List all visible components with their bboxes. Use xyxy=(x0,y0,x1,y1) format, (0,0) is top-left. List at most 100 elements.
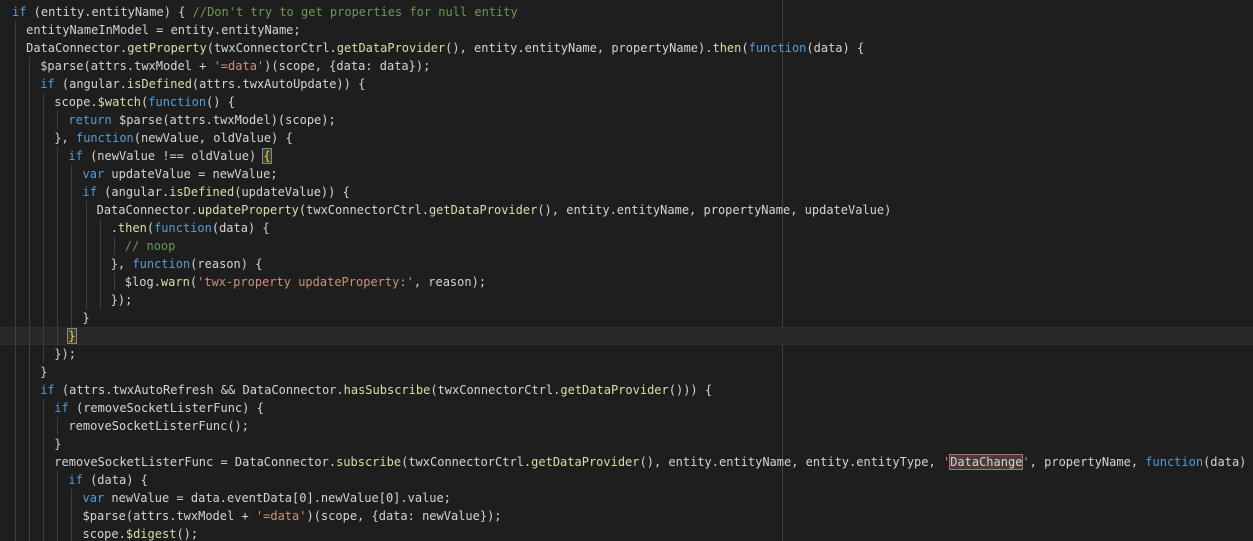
code-text: } xyxy=(83,309,90,327)
code-token: )(scope, {data: newValue}); xyxy=(306,509,502,523)
code-line[interactable]: return $parse(attrs.twxModel)(scope); xyxy=(0,111,1253,129)
code-line[interactable]: if (entity.entityName) { //Don't try to … xyxy=(0,3,1253,21)
indent-guide xyxy=(29,111,31,129)
indent-guide xyxy=(57,507,59,525)
indent-guide xyxy=(71,183,73,201)
code-line[interactable]: removeSocketListerFunc = DataConnector.s… xyxy=(0,453,1253,471)
code-token: (twxConnectorCtrl. xyxy=(206,41,337,55)
code-lines[interactable]: if (entity.entityName) { //Don't try to … xyxy=(0,3,1253,541)
code-line[interactable]: removeSocketListerFunc(); xyxy=(0,417,1253,435)
indent-guide xyxy=(57,417,59,435)
code-text: }); xyxy=(111,291,133,309)
code-token: (twxConnectorCtrl. xyxy=(430,383,561,397)
code-editor[interactable]: if (entity.entityName) { //Don't try to … xyxy=(0,0,1253,541)
code-token: (attrs.twxAutoRefresh && DataConnector. xyxy=(54,383,344,397)
code-token: function xyxy=(1145,455,1204,469)
indent-guide xyxy=(15,489,16,507)
code-token: (data) { xyxy=(211,221,270,235)
indent-guide xyxy=(15,75,16,93)
code-token: $parse(attrs.twxModel)(scope); xyxy=(111,113,336,127)
code-token: ( xyxy=(741,41,749,55)
code-token: function xyxy=(132,257,191,271)
indent-guide xyxy=(15,165,16,183)
code-line[interactable]: if (newValue !== oldValue) { xyxy=(0,147,1253,165)
indent-guide xyxy=(29,93,31,111)
indent-guide xyxy=(43,201,45,219)
code-line[interactable]: if (angular.isDefined(attrs.twxAutoUpdat… xyxy=(0,75,1253,93)
code-line[interactable]: DataConnector.updateProperty(twxConnecto… xyxy=(0,201,1253,219)
code-token: $digest xyxy=(125,527,177,541)
indent-guide xyxy=(71,219,73,237)
code-token: , propertyName, xyxy=(1029,455,1146,469)
code-text: removeSocketListerFunc = DataConnector.s… xyxy=(54,453,1253,471)
code-line[interactable]: } xyxy=(0,435,1253,453)
code-token: $parse(attrs.twxModel + xyxy=(82,509,256,523)
code-token: $parse(attrs.twxModel + xyxy=(40,59,214,73)
code-line[interactable]: var updateValue = newValue; xyxy=(0,165,1253,183)
code-line[interactable]: if (removeSocketListerFunc) { xyxy=(0,399,1253,417)
indent-guide xyxy=(85,201,87,219)
code-token: (angular. xyxy=(96,185,170,199)
code-line[interactable]: entityNameInModel = entity.entityName; xyxy=(0,21,1253,39)
code-line[interactable]: scope.$digest(); xyxy=(0,525,1253,541)
code-token: function xyxy=(154,221,212,235)
indent-guide xyxy=(15,525,16,541)
indent-guide xyxy=(29,75,31,93)
indent-guide xyxy=(29,525,31,541)
code-line[interactable]: scope.$watch(function() { xyxy=(0,93,1253,111)
code-line[interactable]: }, function(newValue, oldValue) { xyxy=(0,129,1253,147)
code-text: if (attrs.twxAutoRefresh && DataConnecto… xyxy=(40,381,712,399)
indent-guide xyxy=(15,363,16,381)
code-line[interactable]: $log.warn('twx-property updateProperty:'… xyxy=(0,273,1253,291)
code-line[interactable]: } xyxy=(0,309,1253,327)
code-token: if xyxy=(40,383,55,397)
code-token: (reason) { xyxy=(190,257,263,271)
indent-guide xyxy=(15,309,16,327)
code-line[interactable]: }); xyxy=(0,345,1253,363)
indent-guide xyxy=(15,129,16,147)
code-text: $parse(attrs.twxModel + '=data')(scope, … xyxy=(83,507,502,525)
indent-guide xyxy=(57,183,59,201)
indent-guide xyxy=(29,147,31,165)
indent-guide xyxy=(113,237,115,255)
code-token: if xyxy=(68,149,83,163)
code-token: updateProperty xyxy=(197,203,299,217)
indent-guide xyxy=(15,345,16,363)
code-token: // noop xyxy=(124,239,176,253)
indent-guide xyxy=(15,57,16,75)
code-line[interactable]: if (attrs.twxAutoRefresh && DataConnecto… xyxy=(0,381,1253,399)
indent-guide xyxy=(43,183,45,201)
code-token: (), entity.entityName, propertyName, upd… xyxy=(537,203,892,217)
indent-guide xyxy=(43,255,45,273)
code-token: if xyxy=(12,5,27,19)
code-line[interactable]: $parse(attrs.twxModel + '=data')(scope, … xyxy=(0,507,1253,525)
code-line[interactable]: DataConnector.getProperty(twxConnectorCt… xyxy=(0,39,1253,57)
code-line[interactable]: }, function(reason) { xyxy=(0,255,1253,273)
code-text: }, function(reason) { xyxy=(111,255,263,273)
code-line[interactable]: if (angular.isDefined(updateValue)) { xyxy=(0,183,1253,201)
code-token: if xyxy=(68,473,83,487)
code-token: hasSubscribe xyxy=(343,383,431,397)
code-token: (newValue !== oldValue) xyxy=(82,149,264,163)
indent-guide xyxy=(57,237,59,255)
code-line[interactable]: var newValue = data.eventData[0].newValu… xyxy=(0,489,1253,507)
indent-guide xyxy=(43,129,45,147)
code-text: }); xyxy=(54,345,76,363)
code-line[interactable]: $parse(attrs.twxModel + '=data')(scope, … xyxy=(0,57,1253,75)
indent-guide xyxy=(57,489,59,507)
code-line[interactable]: }); xyxy=(0,291,1253,309)
code-line[interactable]: } xyxy=(0,363,1253,381)
code-token: , reason); xyxy=(413,275,487,289)
code-text: var newValue = data.eventData[0].newValu… xyxy=(83,489,451,507)
code-text: if (entity.entityName) { //Don't try to … xyxy=(12,3,518,21)
code-token: (entity.entityName) { xyxy=(26,5,193,19)
code-token: var xyxy=(82,167,105,181)
code-line[interactable]: // noop xyxy=(0,237,1253,255)
code-token: $watch xyxy=(97,95,142,109)
indent-guide xyxy=(99,291,101,309)
code-line[interactable]: if (data) { xyxy=(0,471,1253,489)
code-token: DataConnector. xyxy=(26,41,128,55)
code-line[interactable]: } xyxy=(0,327,1253,346)
indent-guide xyxy=(29,57,31,75)
code-line[interactable]: .then(function(data) { xyxy=(0,219,1253,237)
